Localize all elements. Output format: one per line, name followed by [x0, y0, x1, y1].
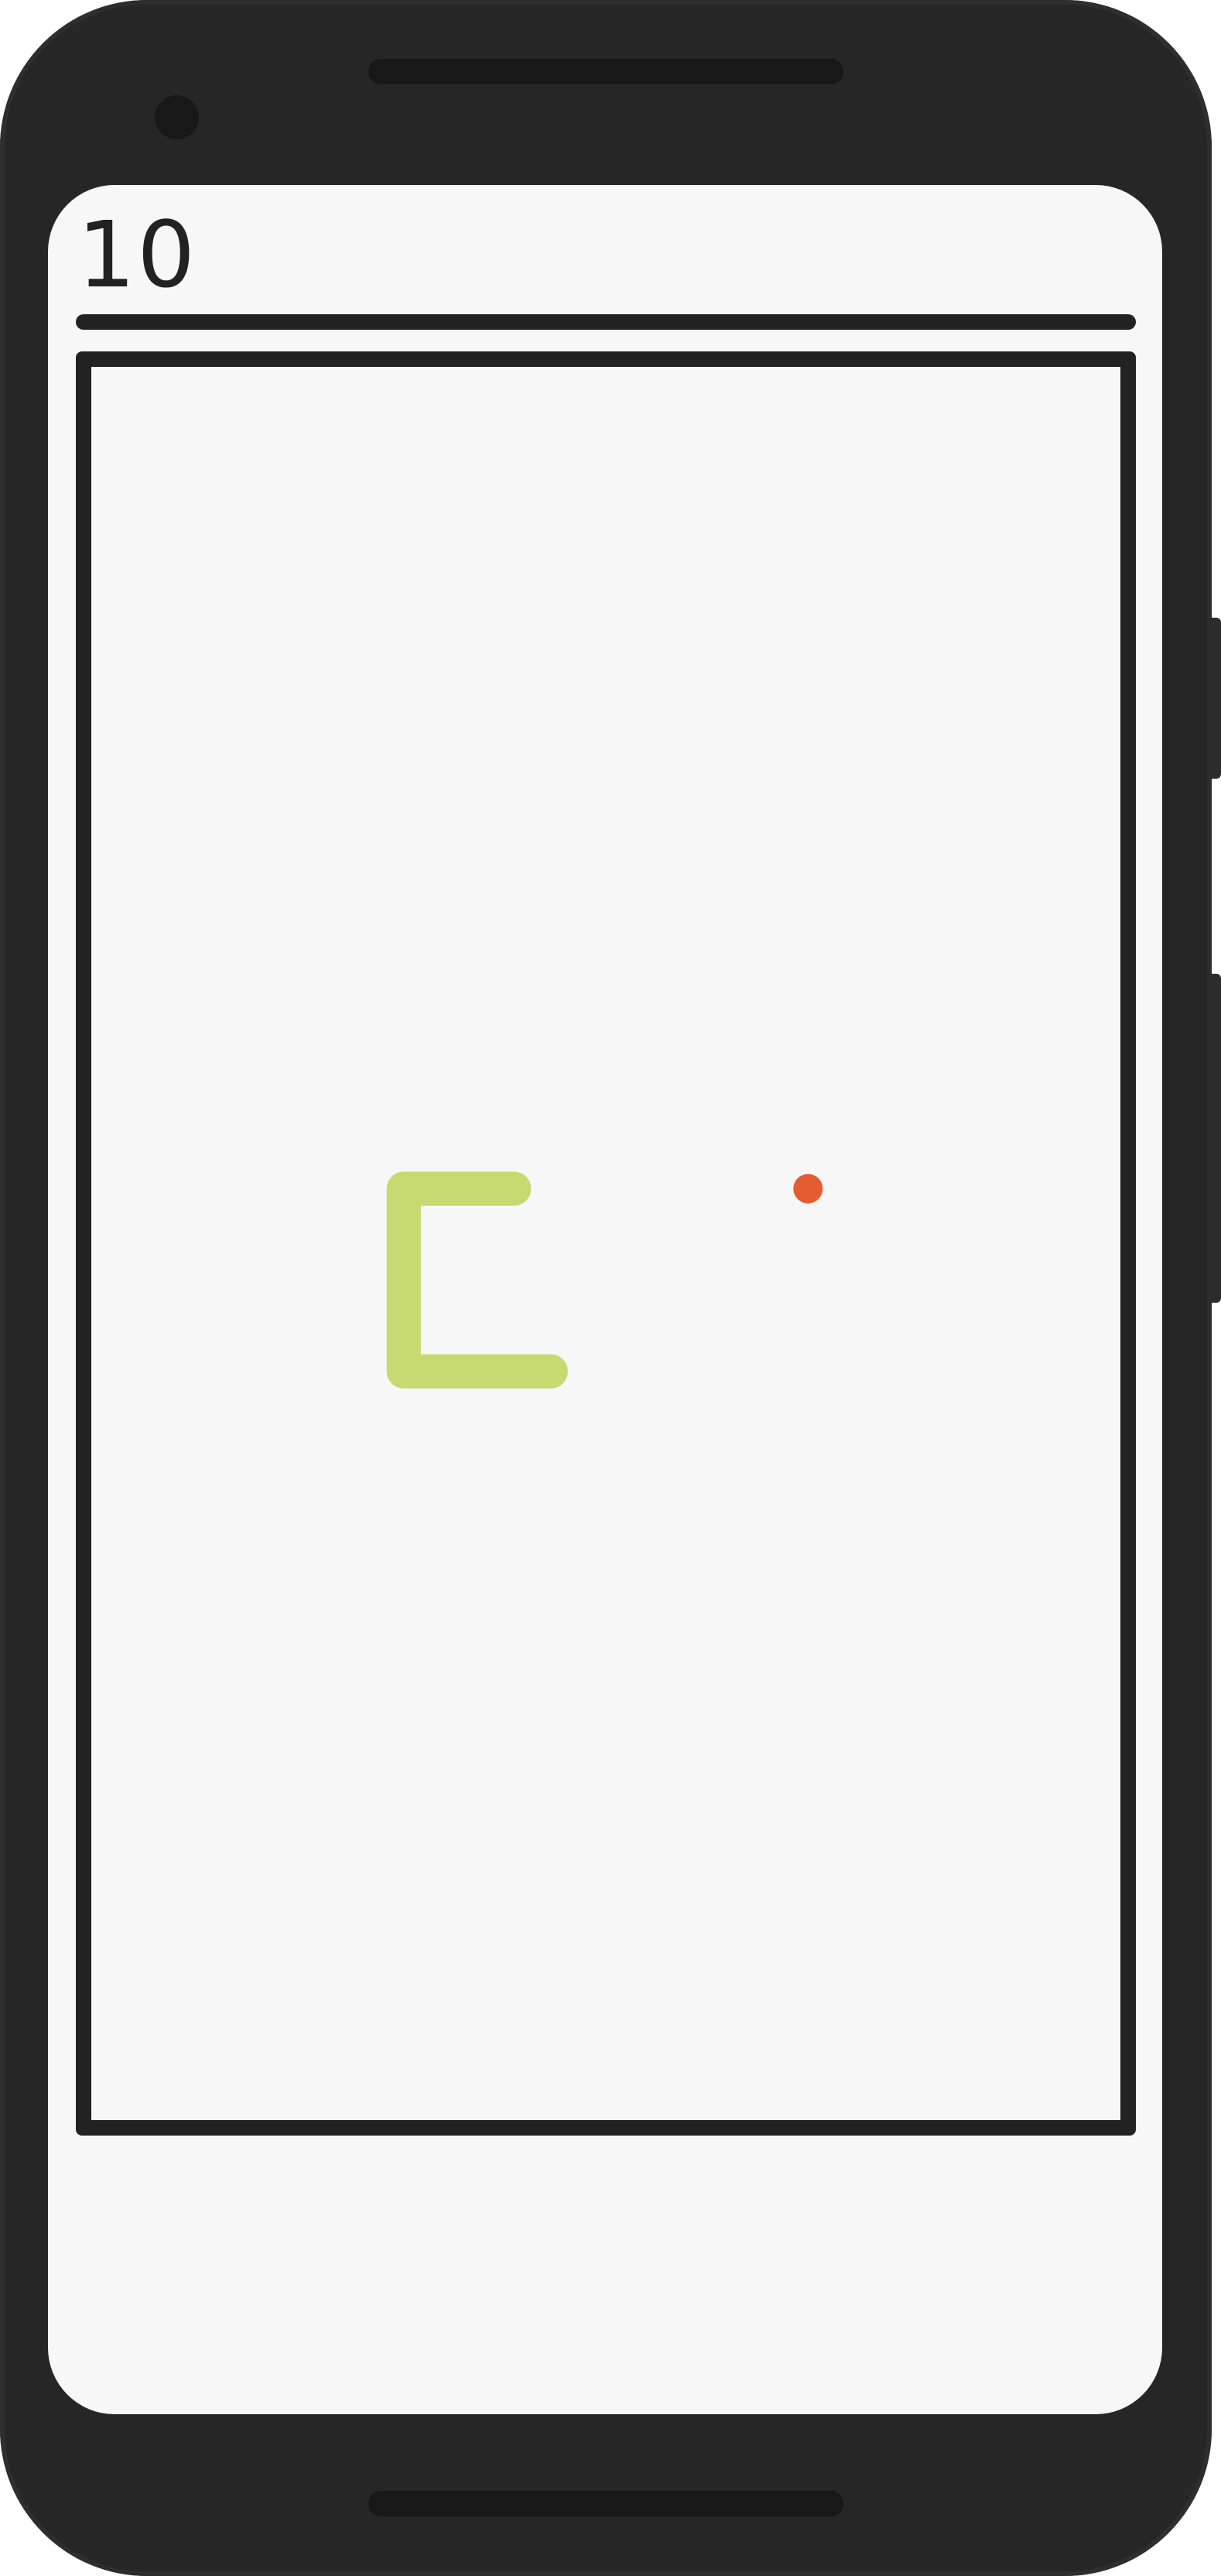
power-button [1209, 618, 1221, 779]
bottom-speaker [368, 2491, 843, 2516]
food-pellet [793, 1173, 823, 1204]
snake [386, 1171, 568, 1389]
front-camera [155, 95, 199, 139]
top-speaker [368, 59, 843, 84]
snake-body [386, 1171, 568, 1389]
board-canvas [386, 1171, 823, 1389]
score-display: 10 [77, 201, 197, 308]
game-board[interactable] [76, 351, 1136, 2136]
volume-button [1209, 974, 1221, 1303]
game-screen: 10 [48, 185, 1162, 2414]
score-divider [76, 314, 1136, 330]
